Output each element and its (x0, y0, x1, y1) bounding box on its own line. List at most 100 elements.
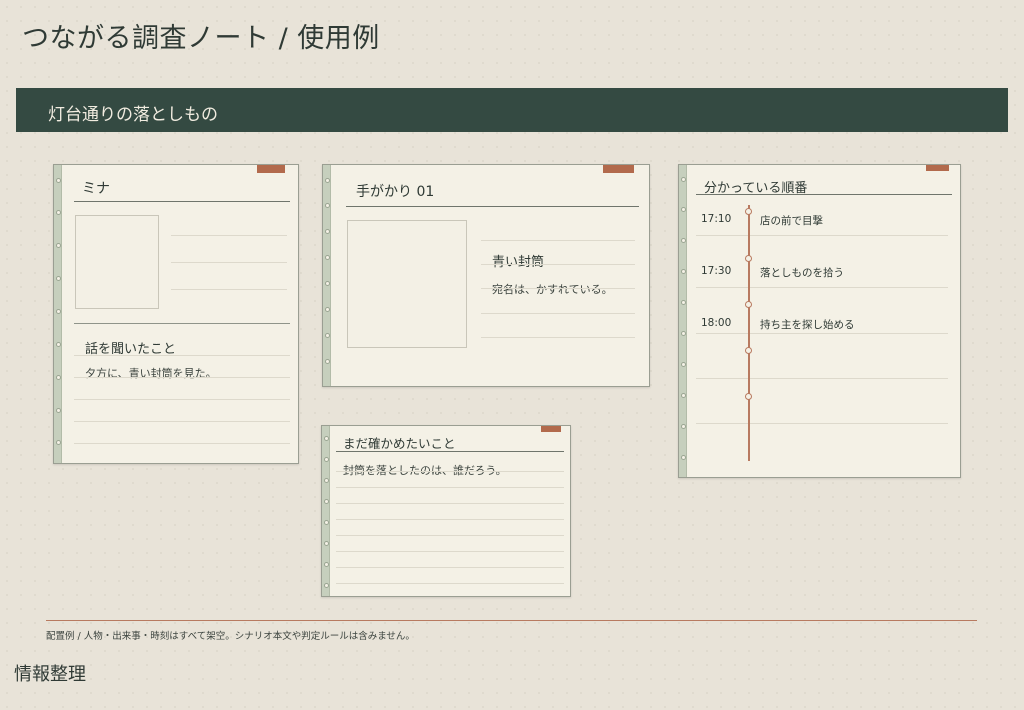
portrait-placeholder (75, 215, 159, 309)
binder-hole (324, 457, 329, 462)
clue-card[interactable]: 手がかり 01 青い封筒 宛名は、かすれている。 (322, 164, 650, 387)
binder-hole (324, 583, 329, 588)
binder-hole (681, 207, 686, 212)
event-time: 18:00 (701, 317, 732, 329)
ruled-line (74, 399, 290, 400)
binder-hole (325, 359, 330, 364)
binder-hole (56, 342, 61, 347)
binder-hole (324, 499, 329, 504)
binder-hole (324, 478, 329, 483)
case-title: 灯台通りの落としもの (48, 105, 218, 125)
binder-hole (56, 440, 61, 445)
open-questions-card[interactable]: まだ確かめたいこと 封筒を落としたのは、誰だろう。 (321, 425, 571, 597)
binder-hole (56, 309, 61, 314)
ruled-line (336, 551, 564, 552)
timeline-node (745, 347, 752, 354)
ruled-line (336, 519, 564, 520)
binder-hole (681, 238, 686, 243)
title-rule (74, 201, 290, 202)
event-text: 落としものを拾う (760, 267, 844, 279)
timeline-axis (748, 205, 750, 461)
ruled-line (336, 535, 564, 536)
binder-hole (681, 424, 686, 429)
event-time: 17:10 (701, 213, 732, 225)
binder-spine (54, 165, 62, 463)
ruled-line (696, 235, 948, 236)
person-card[interactable]: ミナ 話を聞いたこと 夕方に、青い封筒を見た。 (53, 164, 299, 464)
event-time: 17:30 (701, 265, 732, 277)
ruled-line (696, 333, 948, 334)
person-name: ミナ (82, 181, 110, 197)
binder-hole (681, 300, 686, 305)
card-tab (926, 165, 949, 171)
timeline-node (745, 255, 752, 262)
footer-note: 配置例 / 人物・出来事・時刻はすべて架空。シナリオ本文や判定ルールは含みません… (46, 631, 415, 642)
binder-hole (325, 229, 330, 234)
event-text: 持ち主を探し始める (760, 319, 855, 331)
binder-hole (325, 203, 330, 208)
section-caption: 情報整理 (14, 664, 86, 685)
title-rule (696, 194, 952, 195)
event-text: 店の前で目撃 (760, 215, 823, 227)
card-tab (257, 165, 285, 173)
ruled-line (171, 289, 287, 290)
binder-hole (324, 541, 329, 546)
binder-hole (56, 178, 61, 183)
ruled-line (74, 443, 290, 444)
ruled-line (696, 378, 948, 379)
ruled-line (336, 487, 564, 488)
timeline-card[interactable]: 分かっている順番 17:10 店の前で目撃 17:30 落としものを拾う 18:… (678, 164, 961, 478)
card-tab (541, 426, 561, 432)
clue-item-name: 青い封筒 (492, 255, 545, 270)
binder-hole (56, 210, 61, 215)
binder-hole (681, 269, 686, 274)
timeline-node (745, 208, 752, 215)
ruled-line (336, 471, 564, 472)
ruled-line (171, 262, 287, 263)
ruled-line (336, 567, 564, 568)
binder-hole (681, 393, 686, 398)
binder-hole (56, 243, 61, 248)
binder-hole (681, 455, 686, 460)
clue-title: 手がかり 01 (356, 184, 435, 200)
binder-hole (324, 436, 329, 441)
timeline-node (745, 393, 752, 400)
binder-spine (322, 426, 330, 596)
binder-hole (325, 178, 330, 183)
person-note: 夕方に、青い封筒を見た。 (85, 367, 217, 380)
ruled-line (74, 377, 290, 378)
ruled-line (481, 288, 635, 289)
section-divider (74, 323, 290, 324)
case-banner: 灯台通りの落としもの (16, 88, 1008, 132)
binder-hole (681, 362, 686, 367)
binder-hole (325, 281, 330, 286)
ruled-line (696, 423, 948, 424)
question-note: 封筒を落としたのは、誰だろう。 (343, 464, 507, 477)
ruled-line (481, 264, 635, 265)
binder-hole (56, 375, 61, 380)
title-rule (336, 451, 564, 452)
title-rule (346, 206, 639, 207)
page-title: つながる調査ノート / 使用例 (22, 23, 380, 54)
ruled-line (481, 337, 635, 338)
binder-hole (56, 408, 61, 413)
card-tab (603, 165, 634, 173)
binder-spine (679, 165, 687, 477)
binder-hole (681, 177, 686, 182)
binder-hole (325, 255, 330, 260)
footer-divider (46, 620, 977, 621)
clue-item-note: 宛名は、かすれている。 (492, 283, 613, 296)
binder-hole (56, 276, 61, 281)
questions-title: まだ確かめたいこと (343, 436, 456, 451)
ruled-line (336, 503, 564, 504)
ruled-line (696, 287, 948, 288)
ruled-line (74, 355, 290, 356)
ruled-line (74, 421, 290, 422)
binder-hole (325, 333, 330, 338)
ruled-line (171, 235, 287, 236)
binder-spine (323, 165, 331, 386)
binder-hole (324, 562, 329, 567)
ruled-line (481, 240, 635, 241)
ruled-line (481, 313, 635, 314)
ruled-line (336, 583, 564, 584)
